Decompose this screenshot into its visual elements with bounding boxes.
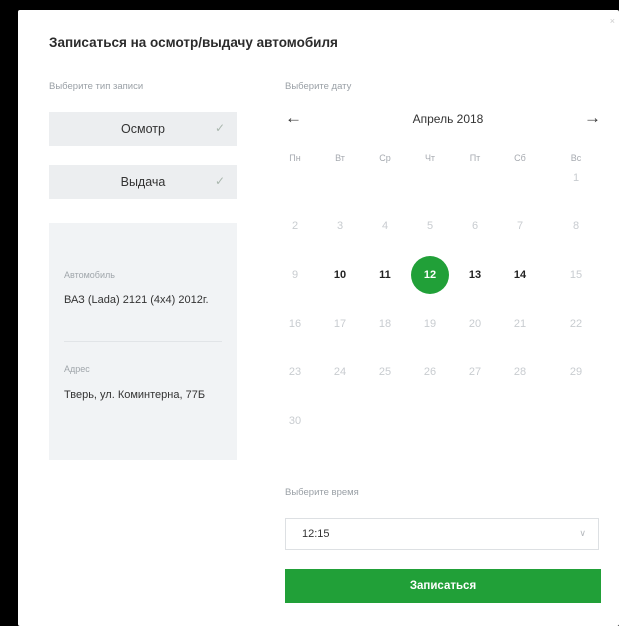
type-label: Выберите тип записи [49,81,144,92]
weekday-label: Сб [514,153,526,163]
calendar-day: 8 [572,220,580,232]
calendar-day: 23 [288,366,302,378]
time-select[interactable]: 12:15 ∨ [285,518,599,550]
weekday-label: Пн [289,153,301,163]
time-label: Выберите время [285,487,359,498]
calendar-day: 1 [572,172,580,184]
check-icon: ✓ [214,121,225,135]
submit-button[interactable]: Записаться [285,569,601,603]
calendar-day: 30 [288,415,302,427]
calendar-day: 7 [516,220,524,232]
calendar-day: 19 [423,318,437,330]
calendar-day: 15 [569,269,583,281]
type-option-label: Выдача [120,175,166,189]
calendar-day: 6 [471,220,479,232]
calendar-day: 28 [513,366,527,378]
calendar-day: 9 [291,269,299,281]
calendar-day: 5 [426,220,434,232]
divider [64,341,222,342]
calendar-day: 17 [333,318,347,330]
address-value: Тверь, ул. Коминтерна, 77Б [64,389,206,401]
calendar-day: 27 [468,366,482,378]
car-label: Автомобиль [64,270,115,280]
calendar-day: 16 [288,318,302,330]
check-icon: ✓ [214,174,225,188]
calendar-day[interactable]: 10 [321,256,359,294]
car-info-card: Автомобиль ВАЗ (Lada) 2121 (4x4) 2012г. … [49,223,237,460]
type-option-delivery[interactable]: Выдача ✓ [49,165,237,199]
calendar-day: 18 [378,318,392,330]
calendar-day-selected[interactable]: 12 [411,256,449,294]
type-option-label: Осмотр [121,122,165,136]
arrow-left-icon[interactable]: ← [285,108,302,128]
month-title: Апрель 2018 [412,112,484,126]
weekday-label: Вт [335,153,345,163]
close-icon[interactable]: × [610,16,615,26]
type-option-inspection[interactable]: Осмотр ✓ [49,112,237,146]
calendar-day: 25 [378,366,392,378]
weekday-label: Пт [469,153,481,163]
calendar-day: 22 [569,318,583,330]
calendar-day[interactable]: 13 [456,256,494,294]
address-label: Адрес [64,364,90,374]
calendar-day: 4 [381,220,389,232]
calendar-day[interactable]: 14 [501,256,539,294]
weekday-label: Чт [424,153,436,163]
calendar-day: 20 [468,318,482,330]
date-label: Выберите дату [285,81,352,92]
time-value: 12:15 [302,528,330,540]
calendar-day: 29 [569,366,583,378]
arrow-right-icon[interactable]: → [584,108,601,128]
calendar-day: 26 [423,366,437,378]
chevron-down-icon: ∨ [579,528,586,538]
car-value: ВАЗ (Lada) 2121 (4x4) 2012г. [64,294,209,306]
modal-title: Записаться на осмотр/выдачу автомобиля [49,35,338,50]
calendar-day: 2 [291,220,299,232]
calendar-day: 24 [333,366,347,378]
calendar-day[interactable]: 11 [366,256,404,294]
weekday-label: Ср [379,153,391,163]
calendar-day: 21 [513,318,527,330]
calendar-day: 3 [336,220,344,232]
booking-modal: × Записаться на осмотр/выдачу автомобиля… [18,10,619,626]
